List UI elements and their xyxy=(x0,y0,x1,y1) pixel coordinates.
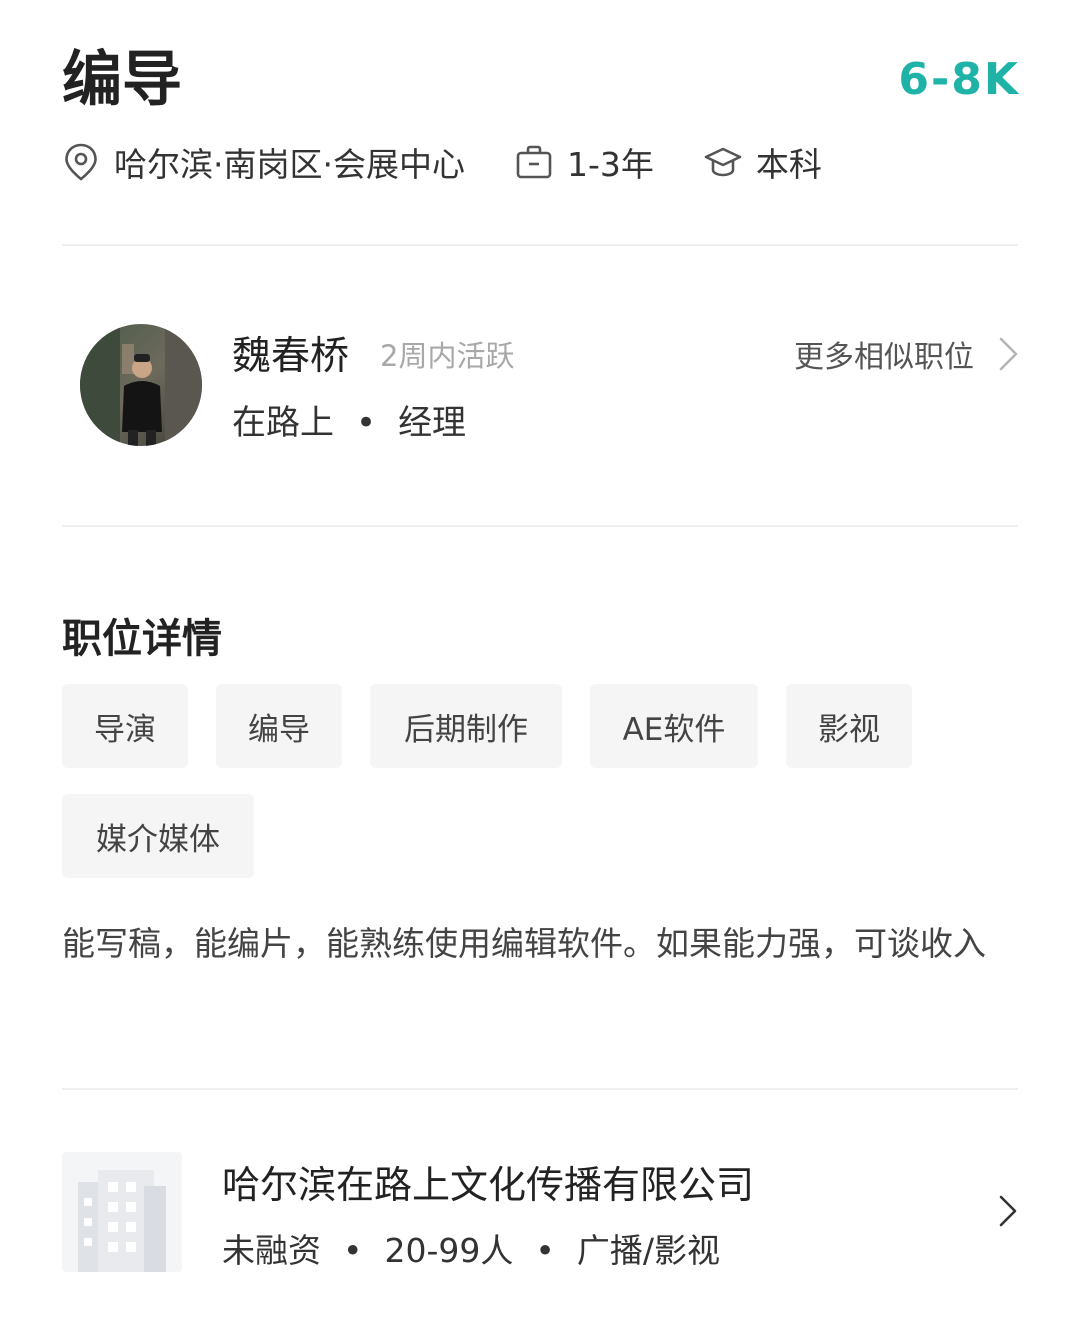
skill-tag[interactable]: 媒介媒体 xyxy=(62,794,254,878)
divider xyxy=(62,525,1018,527)
experience-item: 1-3年 xyxy=(515,138,654,186)
divider xyxy=(62,1088,1018,1090)
building-icon xyxy=(62,1152,182,1272)
graduation-cap-icon xyxy=(704,143,742,181)
briefcase-icon xyxy=(515,143,553,181)
skill-tag[interactable]: 编导 xyxy=(216,684,342,768)
separator-dot: • xyxy=(356,403,377,443)
salary: 6-8K xyxy=(898,54,1020,105)
company-industry: 广播/影视 xyxy=(576,1231,720,1270)
more-similar-jobs-link[interactable]: 更多相似职位 xyxy=(794,332,1020,376)
job-title: 编导 xyxy=(62,45,182,115)
chevron-right-icon[interactable] xyxy=(998,1194,1018,1228)
experience-text: 1-3年 xyxy=(566,145,654,184)
company-size: 20-99人 xyxy=(384,1231,514,1270)
education-item: 本科 xyxy=(704,138,822,186)
recruiter-active-status: 2周内活跃 xyxy=(380,339,515,373)
recruiter-name: 魏春桥 xyxy=(232,334,350,379)
skill-tag[interactable]: 后期制作 xyxy=(370,684,562,768)
more-similar-jobs-label: 更多相似职位 xyxy=(794,340,974,375)
job-description: 能写稿，能编片，能熟练使用编辑软件。如果能力强，可谈收入 xyxy=(62,924,986,963)
job-meta-row: 哈尔滨·南岗区·会展中心 1-3年 本科 xyxy=(62,134,822,190)
recruiter-company-role: 在路上 • 经理 xyxy=(232,398,466,448)
company-logo[interactable] xyxy=(62,1152,182,1272)
location-pin-icon xyxy=(62,143,100,181)
avatar[interactable] xyxy=(80,324,202,446)
education-text: 本科 xyxy=(755,145,822,184)
recruiter-company: 在路上 xyxy=(232,403,334,443)
skill-tag[interactable]: 影视 xyxy=(786,684,912,768)
chevron-right-icon xyxy=(999,337,1018,371)
company-meta: 未融资 • 20-99人 • 广播/影视 xyxy=(222,1226,720,1276)
skill-tag[interactable]: AE软件 xyxy=(590,684,758,768)
recruiter-role: 经理 xyxy=(398,403,467,443)
company-name[interactable]: 哈尔滨在路上文化传播有限公司 xyxy=(222,1158,754,1212)
section-title-job-details: 职位详情 xyxy=(62,616,222,662)
company-funding: 未融资 xyxy=(222,1231,321,1270)
divider xyxy=(62,244,1018,246)
skill-tag[interactable]: 导演 xyxy=(62,684,188,768)
location-text: 哈尔滨·南岗区·会展中心 xyxy=(114,145,465,184)
separator-dot: • xyxy=(343,1231,363,1270)
location-item: 哈尔滨·南岗区·会展中心 xyxy=(62,138,465,186)
separator-dot: • xyxy=(535,1231,555,1270)
